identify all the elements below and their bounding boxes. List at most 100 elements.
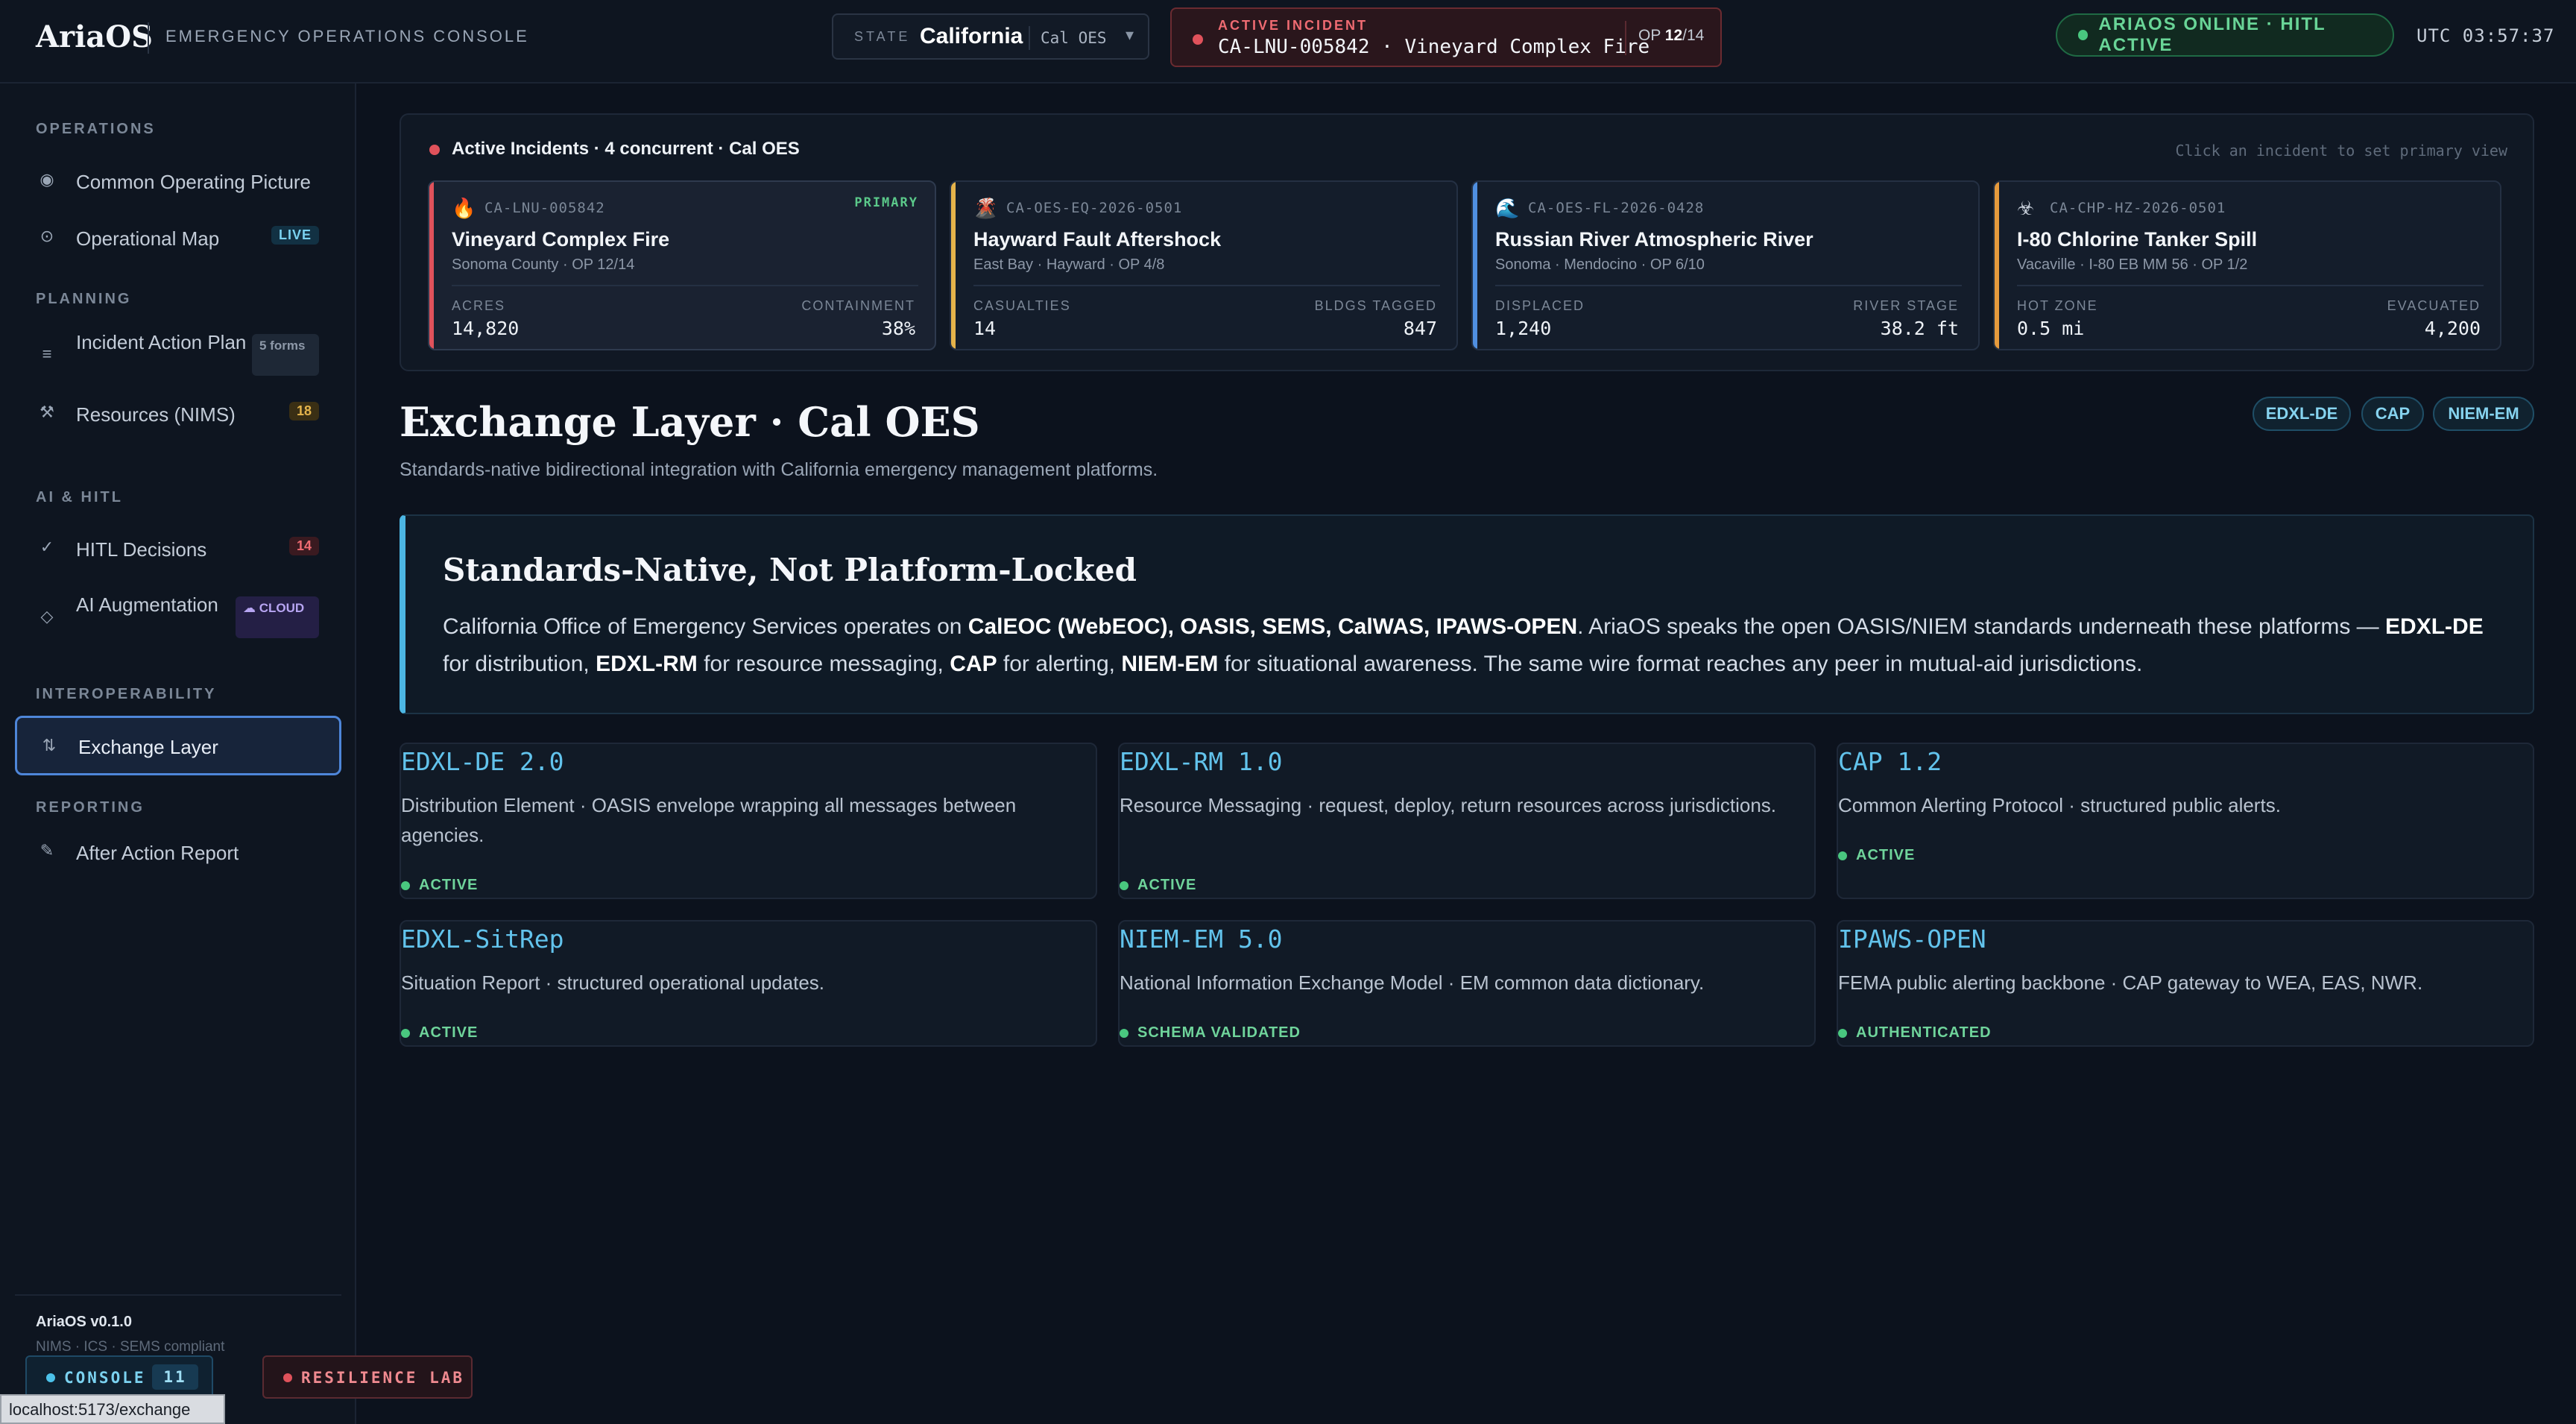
volcano-icon: 🌋 [973, 197, 998, 219]
standard-name: EDXL-DE 2.0 [401, 747, 564, 776]
pill-edxl-de[interactable]: EDXL-DE [2253, 397, 2351, 431]
callout-text: for distribution, [443, 652, 596, 676]
swap-icon: ⇅ [42, 736, 57, 754]
sidebar-item-incident-action-plan[interactable]: ≡ Incident Action Plan 5 forms [15, 330, 341, 379]
location-icon: ⊙ [40, 227, 54, 245]
standards-callout: Standards-Native, Not Platform-Locked Ca… [400, 514, 2534, 714]
metric-label: ACRES [452, 298, 506, 313]
metric-value: 38.2 ft [1880, 318, 1959, 339]
callout-cap: CAP [950, 652, 997, 676]
diamond-icon: ◇ [40, 607, 54, 626]
standard-card-niem-em[interactable]: NIEM-EM 5.0 National Information Exchang… [1118, 920, 1816, 1047]
app-version: AriaOS v0.1.0 [36, 1314, 132, 1330]
sidebar-item-resources[interactable]: ⚒ Resources (NIMS) 18 [15, 388, 341, 437]
sidebar-item-hitl-decisions[interactable]: ✓ HITL Decisions 14 [15, 523, 341, 572]
callout-text: for resource messaging, [697, 652, 950, 676]
section-interoperability: INTEROPERABILITY [36, 686, 217, 702]
incident-accent-bar [429, 182, 434, 349]
state-selector[interactable]: STATE California Cal OES ▾ [832, 13, 1149, 60]
callout-title: Standards-Native, Not Platform-Locked [443, 552, 1137, 588]
sidebar: OPERATIONS ◉ Common Operating Picture ⊙ … [0, 84, 356, 1424]
section-reporting: REPORTING [36, 799, 145, 816]
op-prefix: OP [1638, 27, 1665, 44]
console-button[interactable]: CONSOLE 11 [25, 1355, 213, 1399]
utc-clock: UTC 03:57:37 [2416, 25, 2555, 46]
incident-accent-bar [1473, 182, 1477, 349]
callout-text: . AriaOS speaks the open OASIS/NIEM stan… [1577, 614, 2386, 639]
status-bar-url: localhost:5173/exchange [0, 1394, 225, 1424]
status-badge: AUTHENTICATED [1838, 1024, 1992, 1042]
standard-name: NIEM-EM 5.0 [1120, 924, 1283, 954]
status-text: ACTIVE [1856, 847, 1916, 863]
sidebar-item-exchange-layer[interactable]: ⇅ Exchange Layer [15, 716, 341, 775]
incident-location: Sonoma County · OP 12/14 [452, 256, 635, 273]
incidents-alert-dot [429, 145, 440, 155]
incident-divider [1625, 21, 1626, 55]
page-title: Exchange Layer · Cal OES [400, 398, 980, 446]
status-text: ACTIVE [419, 877, 479, 893]
status-badge: ACTIVE [401, 1024, 478, 1042]
operational-period: OP 12/14 [1638, 27, 1704, 45]
pill-cap[interactable]: CAP [2361, 397, 2424, 431]
cloud-badge: ☁ CLOUD [236, 596, 319, 638]
incident-card-vineyard[interactable]: 🔥 CA-LNU-005842 PRIMARY Vineyard Complex… [428, 180, 936, 350]
brand-logo[interactable]: AriaOS [36, 19, 153, 54]
standard-card-ipaws-open[interactable]: IPAWS-OPEN FEMA public alerting backbone… [1837, 920, 2534, 1047]
sidebar-divider [15, 1294, 341, 1296]
sidebar-item-operational-map[interactable]: ⊙ Operational Map LIVE [15, 212, 341, 261]
resilience-lab-button[interactable]: RESILIENCE LAB [262, 1355, 473, 1399]
incident-card-chlorine-spill[interactable]: ☣ CA-CHP-HZ-2026-0501 I-80 Chlorine Tank… [1993, 180, 2501, 350]
console-count: 11 [152, 1364, 198, 1390]
incident-card-hayward[interactable]: 🌋 CA-OES-EQ-2026-0501 Hayward Fault Afte… [950, 180, 1458, 350]
standard-card-edxl-sitrep[interactable]: EDXL-SitRep Situation Report · structure… [400, 920, 1097, 1047]
status-dot [1120, 880, 1128, 890]
active-incident-label: ACTIVE INCIDENT [1218, 18, 1368, 33]
sidebar-item-after-action-report[interactable]: ✎ After Action Report [15, 826, 341, 875]
status-text: SCHEMA VALIDATED [1137, 1024, 1301, 1041]
standard-card-cap[interactable]: CAP 1.2 Common Alerting Protocol · struc… [1837, 743, 2534, 899]
incident-card-russian-river[interactable]: 🌊 CA-OES-FL-2026-0428 Russian River Atmo… [1471, 180, 1980, 350]
status-badge: ACTIVE [1838, 847, 1915, 864]
incident-name: Hayward Fault Aftershock [973, 228, 1222, 251]
page-subtitle: Standards-native bidirectional integrati… [400, 459, 1158, 480]
metric-value: 1,240 [1495, 318, 1552, 339]
active-incident-name: CA-LNU-005842 · Vineyard Complex Fire [1218, 36, 1650, 58]
incidents-header: Active Incidents · 4 concurrent · Cal OE… [452, 139, 800, 159]
sidebar-item-label: After Action Report [76, 842, 239, 864]
check-icon: ✓ [40, 538, 54, 556]
sidebar-item-label: Incident Action Plan [76, 331, 247, 353]
standard-description: Situation Report · structured operationa… [401, 971, 825, 994]
status-dot [401, 1028, 410, 1038]
console-label: CONSOLE [64, 1369, 146, 1387]
resources-count-badge: 18 [288, 402, 319, 420]
pill-niem-em[interactable]: NIEM-EM [2433, 397, 2534, 431]
sidebar-item-label: AI Augmentation [76, 593, 218, 616]
standard-name: IPAWS-OPEN [1838, 924, 1986, 954]
live-badge: LIVE [271, 226, 319, 245]
incident-code: CA-OES-EQ-2026-0501 [1006, 200, 1183, 216]
compliance-text: NIMS · ICS · SEMS compliant [36, 1339, 225, 1355]
state-label: STATE [854, 29, 911, 44]
tools-icon: ⚒ [40, 403, 54, 421]
section-ai-hitl: AI & HITL [36, 489, 123, 505]
standard-name: EDXL-RM 1.0 [1120, 747, 1283, 776]
standard-card-edxl-de[interactable]: EDXL-DE 2.0 Distribution Element · OASIS… [400, 743, 1097, 899]
standard-name: CAP 1.2 [1838, 747, 1942, 776]
section-operations: OPERATIONS [36, 121, 156, 137]
sidebar-item-ai-augmentation[interactable]: ◇ AI Augmentation ☁ CLOUD [15, 592, 341, 641]
metric-label: BLDGS TAGGED [1314, 298, 1437, 313]
status-dot [1120, 1028, 1128, 1038]
status-text: ACTIVE [1137, 877, 1197, 893]
standard-description: National Information Exchange Model · EM… [1120, 971, 1705, 994]
metric-label: CONTAINMENT [801, 298, 915, 313]
standard-description: FEMA public alerting backbone · CAP gate… [1838, 971, 2423, 994]
op-total: /14 [1682, 27, 1705, 44]
standard-card-edxl-rm[interactable]: EDXL-RM 1.0 Resource Messaging · request… [1118, 743, 1816, 899]
status-badge: ACTIVE [401, 877, 478, 894]
status-dot [1838, 851, 1847, 860]
card-divider [452, 285, 918, 286]
status-badge: ACTIVE [1120, 877, 1196, 894]
card-divider [2017, 285, 2484, 286]
sidebar-item-common-operating-picture[interactable]: ◉ Common Operating Picture [15, 155, 341, 204]
active-incident-selector[interactable]: ACTIVE INCIDENT CA-LNU-005842 · Vineyard… [1170, 7, 1722, 67]
